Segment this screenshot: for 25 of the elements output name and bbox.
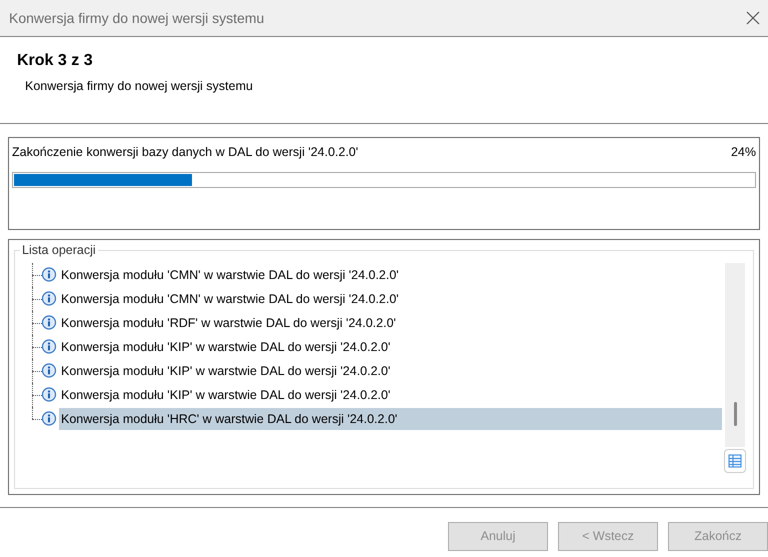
close-icon[interactable] xyxy=(746,11,760,25)
operation-item[interactable]: Konwersja modułu 'HRC' w warstwie DAL do wersji '24.0.2.0' xyxy=(59,408,722,430)
info-icon xyxy=(41,267,57,283)
info-icon xyxy=(41,339,57,355)
progress-percent: 24% xyxy=(730,144,756,161)
operation-item[interactable]: Konwersja modułu 'RDF' w warstwie DAL do wersji '24.0.2.0' xyxy=(59,312,722,334)
info-icon xyxy=(41,315,57,331)
step-subtitle: Konwersja firmy do nowej wersji systemu xyxy=(25,78,253,95)
step-title: Krok 3 z 3 xyxy=(17,51,93,71)
operation-item[interactable]: Konwersja modułu 'KIP' w warstwie DAL do wersji '24.0.2.0' xyxy=(59,384,722,406)
list-icon xyxy=(728,454,742,468)
window-title: Konwersja firmy do nowej wersji systemu xyxy=(9,8,264,28)
scrollbar[interactable] xyxy=(725,263,745,447)
info-icon xyxy=(41,363,57,379)
columns-button[interactable] xyxy=(724,449,746,473)
operation-item[interactable]: Konwersja modułu 'CMN' w warstwie DAL do wersji '24.0.2.0' xyxy=(59,264,722,286)
operation-item[interactable]: Konwersja modułu 'KIP' w warstwie DAL do wersji '24.0.2.0' xyxy=(59,336,722,358)
group-legend: Lista operacji xyxy=(20,242,98,258)
info-icon xyxy=(41,291,57,307)
operation-item[interactable]: Konwersja modułu 'KIP' w warstwie DAL do wersji '24.0.2.0' xyxy=(59,360,722,382)
scrollbar-thumb[interactable] xyxy=(734,402,736,426)
info-icon xyxy=(41,411,57,427)
progress-label: Zakończenie konwersji bazy danych w DAL do wersji '24.0.2.0' xyxy=(12,144,358,161)
operation-item[interactable]: Konwersja modułu 'CMN' w warstwie DAL do wersji '24.0.2.0' xyxy=(59,288,722,310)
info-icon xyxy=(41,387,57,403)
